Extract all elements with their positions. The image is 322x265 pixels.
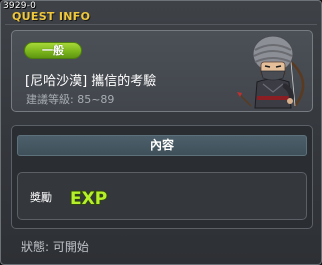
reward-label: 獎勵 bbox=[30, 191, 52, 204]
quest-category-badge: 一般 bbox=[24, 42, 82, 59]
title-divider bbox=[5, 24, 317, 25]
quest-content-panel: 內容 獎勵 EXP bbox=[11, 125, 313, 229]
reward-box: 獎勵 EXP bbox=[17, 172, 307, 220]
recommended-level: 建議等級: 85~89 bbox=[26, 93, 115, 106]
window-title: QUEST INFO bbox=[12, 10, 91, 23]
hooded-npc-icon bbox=[237, 35, 305, 109]
quest-name: [尼哈沙漠] 攜信的考驗 bbox=[25, 74, 157, 89]
content-section-header: 內容 bbox=[17, 135, 307, 156]
quest-info-window: 3929-0 QUEST INFO 一般 [尼哈沙漠] 攜信的考驗 建議等級: … bbox=[0, 0, 322, 265]
quest-status: 狀態: 可開始 bbox=[21, 240, 89, 254]
exp-icon-text: EXP bbox=[70, 189, 107, 209]
exp-icon: EXP bbox=[69, 188, 108, 210]
